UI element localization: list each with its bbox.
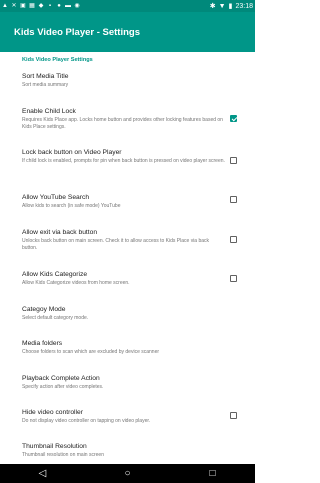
setting-summary: Thumbnail resolution on main screen — [22, 452, 104, 458]
setting-title: Lock back button on Video Player — [22, 149, 122, 156]
status-bar: ▲ ✕ ▣ ▦ ◆ ▪ ● ▬ ◉ ✱ ▼ ▮ 23:18 — [0, 0, 255, 12]
setting-title: Hide video controller — [22, 409, 83, 416]
setting-media-folders[interactable]: Media folders Choose folders to scan whi… — [0, 339, 255, 356]
message-icon: ▬ — [65, 3, 71, 9]
setting-thumbnail-resolution[interactable]: Thumbnail Resolution Thumbnail resolutio… — [0, 442, 255, 459]
navigation-bar: ◁ ○ □ — [0, 464, 255, 483]
setting-title: Allow Kids Categorize — [22, 271, 88, 278]
setting-summary: Do not display video controller on tappi… — [22, 418, 151, 424]
setting-summary: If child lock is enabled, prompts for pi… — [22, 158, 225, 164]
battery-icon: ▮ — [228, 3, 233, 10]
setting-enable-child-lock[interactable]: Enable Child Lock Requires Kids Place ap… — [0, 107, 255, 131]
setting-hide-video-controller[interactable]: Hide video controller Do not display vid… — [0, 408, 255, 425]
youtube-search-checkbox[interactable] — [230, 196, 237, 203]
app-bar: Kids Video Player - Settings — [0, 12, 255, 52]
kids-categorize-checkbox[interactable] — [230, 275, 237, 282]
image-icon: ▪ — [48, 3, 52, 9]
setting-title: Allow YouTube Search — [22, 194, 90, 201]
notification-icons: ▲ ✕ ▣ ▦ ◆ ▪ ● ▬ ◉ — [2, 3, 80, 9]
tools-icon: ✕ — [11, 3, 17, 9]
setting-title: Playback Complete Action — [22, 375, 100, 382]
setting-allow-youtube-search[interactable]: Allow YouTube Search Allow kids to searc… — [0, 193, 255, 210]
section-header: Kids Video Player Settings — [22, 57, 93, 63]
clock: 23:18 — [235, 2, 253, 10]
setting-summary: Choose folders to scan which are exclude… — [22, 349, 160, 355]
setting-summary: Requires Kids Place app. Locks home butt… — [22, 117, 223, 130]
setting-lock-back-button[interactable]: Lock back button on Video Player If chil… — [0, 148, 255, 165]
setting-category-mode[interactable]: Categoy Mode Select default category mod… — [0, 305, 255, 322]
hide-video-controller-checkbox[interactable] — [230, 412, 237, 419]
lock-back-button-checkbox[interactable] — [230, 157, 237, 164]
setting-title: Sort Media Title — [22, 73, 69, 80]
back-button[interactable]: ◁ — [23, 468, 63, 479]
wifi-icon: ▼ — [218, 2, 226, 10]
setting-allow-kids-categorize[interactable]: Allow Kids Categorize Allow Kids Categor… — [0, 270, 255, 287]
setting-summary: Select default category mode. — [22, 315, 89, 321]
home-button[interactable]: ○ — [108, 468, 148, 479]
settings-list[interactable]: Kids Video Player Settings Sort Media Ti… — [0, 52, 255, 464]
setting-title: Media folders — [22, 340, 63, 347]
setting-playback-complete-action[interactable]: Playback Complete Action Specify action … — [0, 374, 255, 391]
setting-title: Thumbnail Resolution — [22, 443, 87, 450]
diamond-icon: ◆ — [38, 3, 44, 9]
setting-title: Categoy Mode — [22, 306, 66, 313]
camera-icon: ◉ — [74, 3, 80, 9]
setting-summary: Allow kids to search (in safe mode) YouT… — [22, 203, 121, 209]
a-icon: ▲ — [2, 3, 8, 9]
exit-back-button-checkbox[interactable] — [230, 236, 237, 243]
setting-title: Enable Child Lock — [22, 108, 76, 115]
setting-sort-media-title[interactable]: Sort Media Title Sort media summary — [0, 72, 255, 89]
calendar-icon: ▦ — [29, 3, 35, 9]
setting-title: Allow exit via back button — [22, 229, 98, 236]
recents-button[interactable]: □ — [193, 468, 233, 479]
page-title: Kids Video Player - Settings — [14, 26, 141, 38]
setting-summary: Specify action after video completes. — [22, 384, 104, 390]
child-lock-checkbox[interactable] — [230, 115, 237, 122]
system-icons: ✱ ▼ ▮ 23:18 — [209, 2, 253, 11]
setting-summary: Unlocks back button on main screen. Chec… — [22, 238, 210, 251]
setting-summary: Sort media summary — [22, 82, 69, 88]
bluetooth-icon: ✱ — [209, 3, 216, 10]
setting-allow-exit-back-button[interactable]: Allow exit via back button Unlocks back … — [0, 228, 255, 252]
setting-summary: Allow Kids Categorize videos from home s… — [22, 280, 130, 286]
photo-icon: ▣ — [20, 3, 26, 9]
location-icon: ● — [57, 3, 61, 9]
